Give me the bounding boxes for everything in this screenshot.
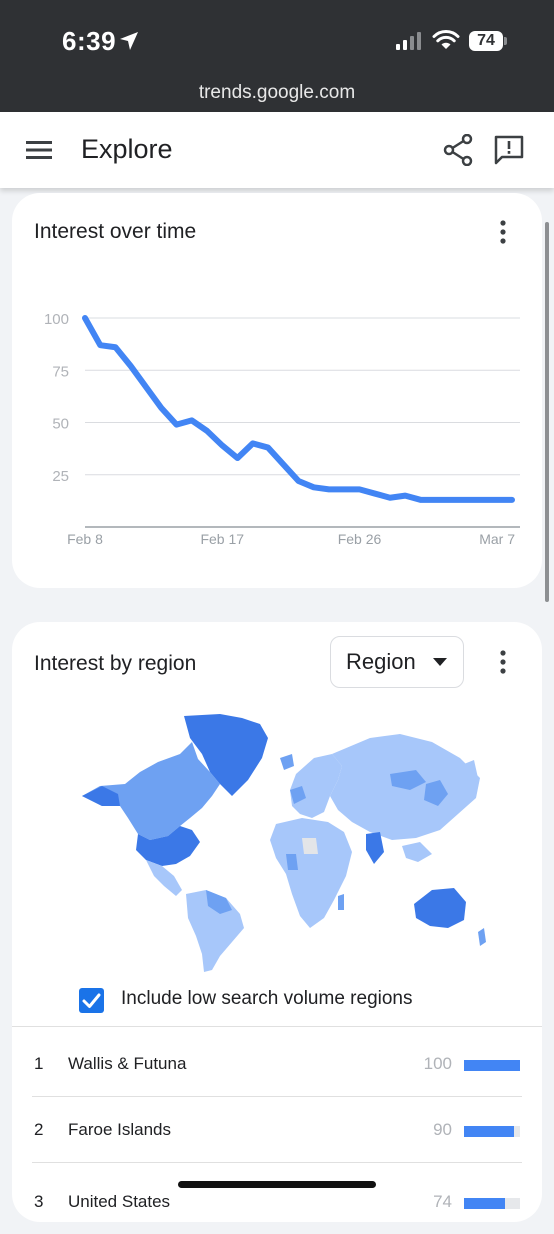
map-north-america[interactable] [82, 714, 268, 896]
feedback-icon[interactable] [493, 134, 525, 166]
interest-by-region-card: Interest by region Region Include low se… [12, 622, 542, 1222]
x-tick-label: Feb 26 [338, 531, 382, 547]
menu-icon[interactable] [26, 140, 52, 160]
url-bar[interactable]: trends.google.com [0, 82, 554, 104]
region-rank: 1 [34, 1054, 44, 1073]
home-indicator[interactable] [178, 1181, 376, 1188]
region-bar-track [464, 1126, 520, 1137]
region-value: 100 [423, 1054, 452, 1073]
map-africa[interactable] [270, 818, 352, 928]
region-name: United States [68, 1192, 171, 1211]
region-rank: 2 [34, 1120, 44, 1139]
region-name: Wallis & Futuna [68, 1054, 187, 1073]
x-tick-label: Feb 17 [200, 531, 244, 547]
region-row[interactable]: 2 Faroe Islands 90 [12, 1096, 542, 1162]
map-south-america[interactable] [186, 890, 244, 972]
table-top-divider [12, 1026, 542, 1027]
interest-over-time-card: Interest over time 25 50 75 100 Feb 8 Feb 17… [12, 193, 542, 588]
region-bar-fill [464, 1126, 515, 1137]
status-time: 6:39 [62, 26, 117, 56]
battery-icon: 74 [469, 31, 503, 51]
map-asia[interactable] [330, 734, 480, 864]
battery-cap [504, 37, 507, 45]
region-bar-fill [464, 1060, 520, 1071]
row-divider [32, 1162, 522, 1163]
wifi-icon [432, 30, 460, 49]
low-volume-checkbox[interactable] [79, 988, 104, 1013]
region-select-value: Region [346, 649, 416, 674]
x-tick-label: Mar 7 [479, 531, 515, 547]
share-icon[interactable] [443, 134, 473, 166]
region-select[interactable]: Region [330, 636, 464, 688]
region-bar-track [464, 1060, 520, 1071]
card-title: Interest by region [34, 652, 197, 675]
region-name: Faroe Islands [68, 1120, 171, 1139]
page-title: Explore [81, 134, 173, 164]
caret-down-icon [433, 658, 447, 666]
series-line [82, 315, 515, 503]
checkmark-icon [82, 993, 101, 1008]
app-bar: Explore [0, 112, 554, 188]
y-tick-label: 75 [52, 363, 69, 380]
region-rank: 3 [34, 1192, 44, 1211]
x-tick-label: Feb 8 [67, 531, 103, 547]
page-scrollbar[interactable] [545, 222, 549, 602]
y-tick-label: 100 [44, 311, 69, 328]
y-tick-label: 50 [52, 416, 69, 433]
cellular-signal-icon [396, 32, 421, 50]
region-row[interactable]: 3 United States 74 [12, 1168, 542, 1234]
region-value: 74 [433, 1192, 452, 1211]
world-map[interactable] [80, 714, 500, 974]
y-tick-label: 25 [52, 468, 69, 485]
location-arrow-icon [120, 32, 138, 50]
map-europe[interactable] [280, 754, 342, 818]
map-oceania[interactable] [414, 888, 486, 946]
region-value: 90 [433, 1120, 452, 1139]
region-row[interactable]: 1 Wallis & Futuna 100 [12, 1030, 542, 1096]
interest-over-time-chart[interactable]: 25 50 75 100 Feb 8 Feb 17 Feb 26 Mar 7 [12, 193, 542, 588]
more-options-icon[interactable] [493, 649, 513, 675]
status-bar: 6:39 74 trends.google.com [0, 0, 554, 112]
low-volume-checkbox-label: Include low search volume regions [121, 988, 413, 1009]
